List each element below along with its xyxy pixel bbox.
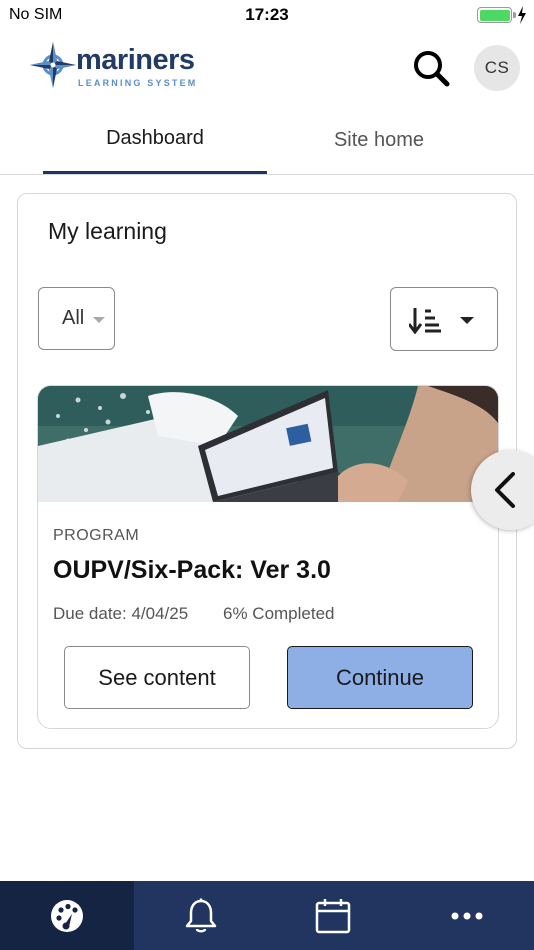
course-due-date: Due date: 4/04/25 (53, 604, 189, 623)
more-icon (451, 912, 483, 919)
course-image (38, 386, 498, 502)
course-title[interactable]: OUPV/Six-Pack: Ver 3.0 (53, 556, 331, 585)
chevron-down-icon (460, 317, 474, 324)
panel-title: My learning (48, 218, 167, 244)
course-type: PROGRAM (53, 527, 140, 544)
course-card[interactable]: PROGRAM OUPV/Six-Pack: Ver 3.0 Due date:… (37, 385, 499, 729)
bell-icon (185, 898, 217, 932)
sort-descending-icon (409, 308, 441, 334)
compass-logo-icon (30, 42, 76, 88)
tab-dashboard[interactable]: Dashboard (43, 106, 267, 174)
continue-button[interactable]: Continue (287, 646, 473, 709)
my-learning-panel: My learning All PROGRAM OUPV/Six-Pack: V… (17, 193, 517, 749)
dashboard-gauge-icon (51, 899, 83, 932)
nav-item-dashboard[interactable] (0, 881, 134, 950)
nav-item-notifications[interactable] (134, 881, 268, 950)
filter-selected-value: All (62, 307, 85, 329)
logo-wordmark: mariners (76, 44, 195, 76)
tab-site-home[interactable]: Site home (267, 106, 491, 174)
filter-select[interactable]: All (38, 287, 115, 350)
app-header: mariners LEARNING SYSTEM CS (0, 30, 534, 106)
charging-icon (518, 6, 526, 24)
sort-button[interactable] (390, 287, 498, 351)
nav-item-more[interactable] (400, 881, 534, 950)
calendar-icon (315, 898, 351, 933)
avatar[interactable]: CS (474, 45, 520, 91)
nav-item-calendar[interactable] (266, 881, 400, 950)
app-logo[interactable]: mariners LEARNING SYSTEM (28, 40, 208, 90)
status-bar: No SIM 17:23 (0, 0, 534, 30)
search-button[interactable] (410, 48, 452, 88)
bottom-nav (0, 881, 534, 950)
course-progress: 6% Completed (223, 604, 335, 623)
chevron-down-icon (93, 317, 105, 323)
battery-icon (477, 7, 516, 23)
tab-bar: Dashboard Site home (0, 106, 534, 175)
logo-subtitle: LEARNING SYSTEM (78, 78, 198, 88)
see-content-button[interactable]: See content (64, 646, 250, 709)
chevron-left-icon (495, 472, 515, 508)
search-icon (414, 51, 450, 87)
clock: 17:23 (245, 5, 289, 24)
